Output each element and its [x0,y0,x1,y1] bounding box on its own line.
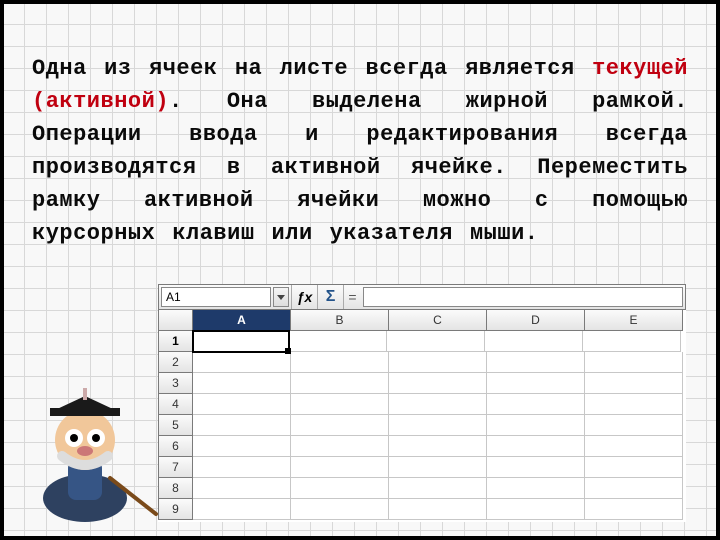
cell[interactable] [193,394,291,415]
table-row: 9 [159,499,686,520]
cell[interactable] [487,394,585,415]
cell[interactable] [585,373,683,394]
cell[interactable] [585,352,683,373]
cell[interactable] [487,436,585,457]
cell[interactable] [585,415,683,436]
slide: Одна из ячеек на листе всегда является т… [4,4,716,536]
row-header[interactable]: 8 [159,478,193,499]
body-text: Одна из ячеек на листе всегда является т… [32,52,688,250]
cell[interactable] [291,499,389,520]
cell[interactable] [585,436,683,457]
row-header[interactable]: 6 [159,436,193,457]
row-header[interactable]: 3 [159,373,193,394]
cell-a1[interactable] [192,330,290,353]
cell[interactable] [389,478,487,499]
name-box-input[interactable]: A1 [161,287,271,307]
column-header[interactable]: E [585,310,683,331]
column-header-row: A B C D E [159,310,686,331]
cell[interactable] [193,352,291,373]
formula-bar: A1 ƒx Σ = [158,284,686,310]
cell-grid: A B C D E 1 2 3 4 [158,310,686,520]
column-header[interactable]: A [193,310,291,331]
table-row: 3 [159,373,686,394]
spreadsheet-screenshot: A1 ƒx Σ = A B C D E [158,284,686,522]
cell[interactable] [389,415,487,436]
cell[interactable] [583,331,681,352]
table-row: 8 [159,478,686,499]
row-header[interactable]: 1 [159,331,193,352]
cell[interactable] [585,478,683,499]
cell[interactable] [389,394,487,415]
cell[interactable] [291,478,389,499]
cell[interactable] [193,478,291,499]
table-row: 5 [159,415,686,436]
formula-input[interactable] [363,287,683,307]
text-segment: Одна из ячеек на листе всегда является [32,56,592,81]
chevron-down-icon [277,295,285,300]
column-header[interactable]: D [487,310,585,331]
cell[interactable] [389,499,487,520]
row-header[interactable]: 2 [159,352,193,373]
cell[interactable] [487,373,585,394]
select-all-corner[interactable] [159,310,193,331]
cell[interactable] [487,457,585,478]
cell[interactable] [485,331,583,352]
column-header[interactable]: B [291,310,389,331]
sum-button[interactable]: Σ [317,285,343,309]
cell[interactable] [585,499,683,520]
cell[interactable] [487,415,585,436]
cell[interactable] [585,457,683,478]
table-row: 2 [159,352,686,373]
cell[interactable] [487,352,585,373]
cell[interactable] [389,373,487,394]
function-wizard-button[interactable]: ƒx [291,285,317,309]
cell[interactable] [389,352,487,373]
column-header[interactable]: C [389,310,487,331]
equals-label: = [343,285,361,309]
table-row: 6 [159,436,686,457]
cell[interactable] [291,436,389,457]
cell[interactable] [291,352,389,373]
cell[interactable] [487,499,585,520]
cell[interactable] [193,499,291,520]
cell[interactable] [487,478,585,499]
cell[interactable] [193,436,291,457]
row-header[interactable]: 9 [159,499,193,520]
name-box: A1 [159,285,291,309]
row-header[interactable]: 7 [159,457,193,478]
table-row: 1 [159,331,686,352]
cell[interactable] [193,373,291,394]
mascot-image [10,348,160,528]
cell[interactable] [289,331,387,352]
row-header[interactable]: 5 [159,415,193,436]
cell[interactable] [291,415,389,436]
cell[interactable] [389,457,487,478]
sigma-icon: Σ [326,288,336,306]
cell[interactable] [291,373,389,394]
table-row: 4 [159,394,686,415]
table-row: 7 [159,457,686,478]
cell[interactable] [291,457,389,478]
cell[interactable] [193,457,291,478]
cell[interactable] [291,394,389,415]
cell[interactable] [387,331,485,352]
row-header[interactable]: 4 [159,394,193,415]
cell[interactable] [389,436,487,457]
name-box-dropdown[interactable] [273,287,289,307]
fx-icon: ƒx [297,289,313,305]
cell[interactable] [585,394,683,415]
cell[interactable] [193,415,291,436]
